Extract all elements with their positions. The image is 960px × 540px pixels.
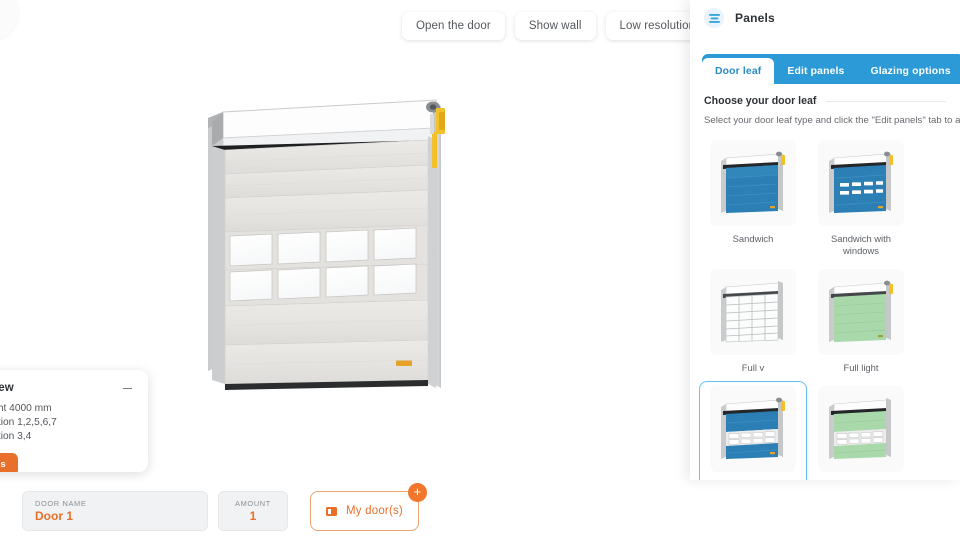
minus-icon[interactable] [122, 383, 134, 395]
card-thumb-sandwich-with-windows [818, 140, 904, 226]
door-name-value: Door 1 [35, 508, 74, 523]
card-sandwich-with-windows[interactable]: Sandwich with windows [807, 135, 915, 264]
combi-sandwich-full-vision-door-icon [721, 397, 785, 459]
tab-edit-panels[interactable]: Edit panels [774, 58, 857, 84]
tab-door-leaf[interactable]: Door leaf [702, 58, 775, 84]
amount-label: AMOUNT [235, 498, 271, 508]
card-thumb-combi-sandwich-full-vision [710, 386, 796, 472]
card-label-full-vision: Full v [741, 362, 765, 373]
sandwich-windows-door-icon [829, 151, 893, 213]
panels-side-panel: Panels Door leaf Edit panels Glazing opt… [690, 0, 960, 480]
viewport-toolbar: Open the door Show wall Low resolution [402, 12, 710, 40]
card-label-sandwich-with-windows: Sandwich with windows [831, 233, 891, 256]
card-thumb-full-light [818, 269, 904, 355]
sandwich-door-icon [721, 151, 785, 213]
amount-value: 1 [249, 508, 257, 523]
combi-light-full-vision-door-icon [829, 398, 891, 459]
app-root: Open the door Show wall Low resolution e… [0, 0, 960, 540]
card-full-vision[interactable]: Full v [699, 264, 807, 381]
show-wall-button[interactable]: Show wall [514, 12, 596, 40]
overview-line-panel-a: nel in position 1,2,5,6,7 [0, 417, 57, 428]
panels-header[interactable]: Panels [690, 0, 960, 36]
card-combi-sandwich-full-vision[interactable]: Combi sandwich full vision [699, 381, 807, 480]
full-light-door-icon [829, 280, 893, 342]
my-doors-button[interactable]: My door(s) + [310, 483, 427, 531]
door-render-svg [208, 99, 445, 390]
door-leaf-card-grid: Sandwich Sandwich with windows Full v Fu… [690, 135, 960, 480]
specifications-button[interactable]: ifications [0, 453, 18, 472]
door-config-tabs: Door leaf Edit panels Glazing options [702, 54, 960, 84]
add-door-badge[interactable]: + [407, 483, 427, 502]
card-combi-light-full-vision[interactable]: Combi full vi [807, 381, 915, 480]
card-sandwich[interactable]: Sandwich [699, 135, 807, 264]
door-name-label: DOOR NAME [35, 498, 87, 508]
open-the-door-button[interactable]: Open the door [402, 12, 505, 40]
card-thumb-sandwich [710, 140, 796, 226]
overview-header: s Overview [0, 382, 134, 395]
section-divider [826, 100, 946, 102]
door-3d-model[interactable] [196, 88, 466, 408]
overview-title: s Overview [0, 382, 14, 394]
card-thumb-full-vision [710, 269, 796, 355]
specifications-overview-card[interactable]: s Overview nm x Height 4000 mm nel in po… [0, 370, 148, 472]
door-name-field[interactable]: DOOR NAME Door 1 [22, 491, 208, 531]
section-header: Choose your door leaf [690, 95, 960, 107]
card-thumb-combi-light-full-vision [818, 386, 904, 472]
panels-title: Panels [735, 11, 775, 25]
card-full-light[interactable]: Full light [807, 264, 915, 381]
section-subtitle: Select your door leaf type and click the… [704, 115, 960, 126]
my-doors-label: My door(s) [346, 505, 403, 517]
full-vision-door-icon [721, 281, 783, 343]
amount-field[interactable]: AMOUNT 1 [218, 491, 288, 531]
tab-glazing-options[interactable]: Glazing options [857, 58, 960, 84]
overview-line-dimensions: nm x Height 4000 mm [0, 403, 52, 414]
overflow-circle-decoration [0, 0, 18, 40]
card-label-sandwich: Sandwich [732, 233, 774, 244]
card-label-combi-sandwich-full-vision: Combi sandwich full vision [704, 479, 802, 480]
overview-spec-lines: nm x Height 4000 mm nel in position 1,2,… [0, 402, 134, 444]
layers-menu-icon [704, 8, 724, 28]
card-label-combi-light-full-vision: Combi full vi [835, 479, 886, 480]
bottom-action-bar: DOOR NAME Door 1 AMOUNT 1 My door(s) + [0, 482, 690, 540]
section-title: Choose your door leaf [704, 95, 817, 107]
door-card-icon [326, 506, 337, 516]
door-3d-viewport[interactable]: Open the door Show wall Low resolution e… [0, 0, 710, 540]
tabs-container: Door leaf Edit panels Glazing options [690, 54, 960, 84]
overview-line-panel-b: nel in position 3,4 [0, 431, 32, 442]
card-label-full-light: Full light [843, 362, 879, 373]
